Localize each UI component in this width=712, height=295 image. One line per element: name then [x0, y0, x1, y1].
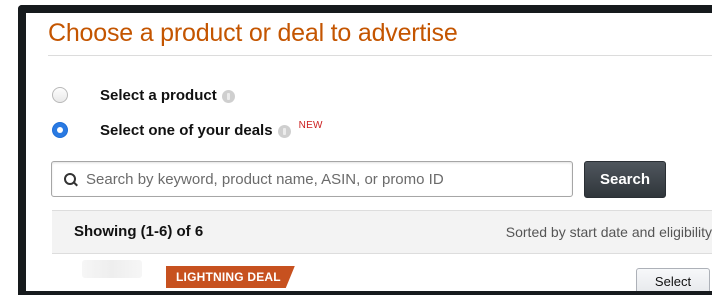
select-deal-radio[interactable]	[52, 122, 68, 138]
title-divider	[48, 55, 712, 56]
search-input[interactable]	[86, 170, 556, 188]
window-border-bottom	[18, 291, 712, 295]
window-border-left	[18, 5, 26, 295]
deal-row: LIGHTNING DEAL Select	[52, 254, 712, 291]
page-title: Choose a product or deal to advertise	[48, 19, 458, 47]
select-product-radio[interactable]	[52, 87, 68, 103]
select-deal-label: Select one of your deals	[100, 121, 273, 139]
search-field[interactable]	[51, 161, 573, 197]
results-count: Showing (1-6) of 6	[74, 223, 204, 240]
info-icon[interactable]	[277, 124, 291, 138]
select-deal-button[interactable]: Select	[636, 268, 710, 291]
search-icon	[64, 173, 76, 185]
new-badge: NEW	[298, 119, 323, 131]
info-icon[interactable]	[221, 89, 235, 103]
product-thumbnail	[82, 260, 142, 278]
select-product-label: Select a product	[100, 86, 217, 104]
lightning-deal-badge: LIGHTNING DEAL	[166, 266, 295, 288]
results-header: Showing (1-6) of 6 Sorted by start date …	[52, 210, 712, 254]
advertise-panel: Choose a product or deal to advertise Se…	[26, 13, 712, 291]
results-sort-note: Sorted by start date and eligibility	[505, 224, 712, 240]
search-button[interactable]: Search	[584, 161, 666, 198]
option-select-product[interactable]: Select a product	[52, 84, 235, 106]
option-select-deal[interactable]: Select one of your deals NEW	[52, 119, 323, 141]
screenshot-frame: Choose a product or deal to advertise Se…	[0, 0, 712, 295]
window-border-top	[18, 5, 712, 13]
